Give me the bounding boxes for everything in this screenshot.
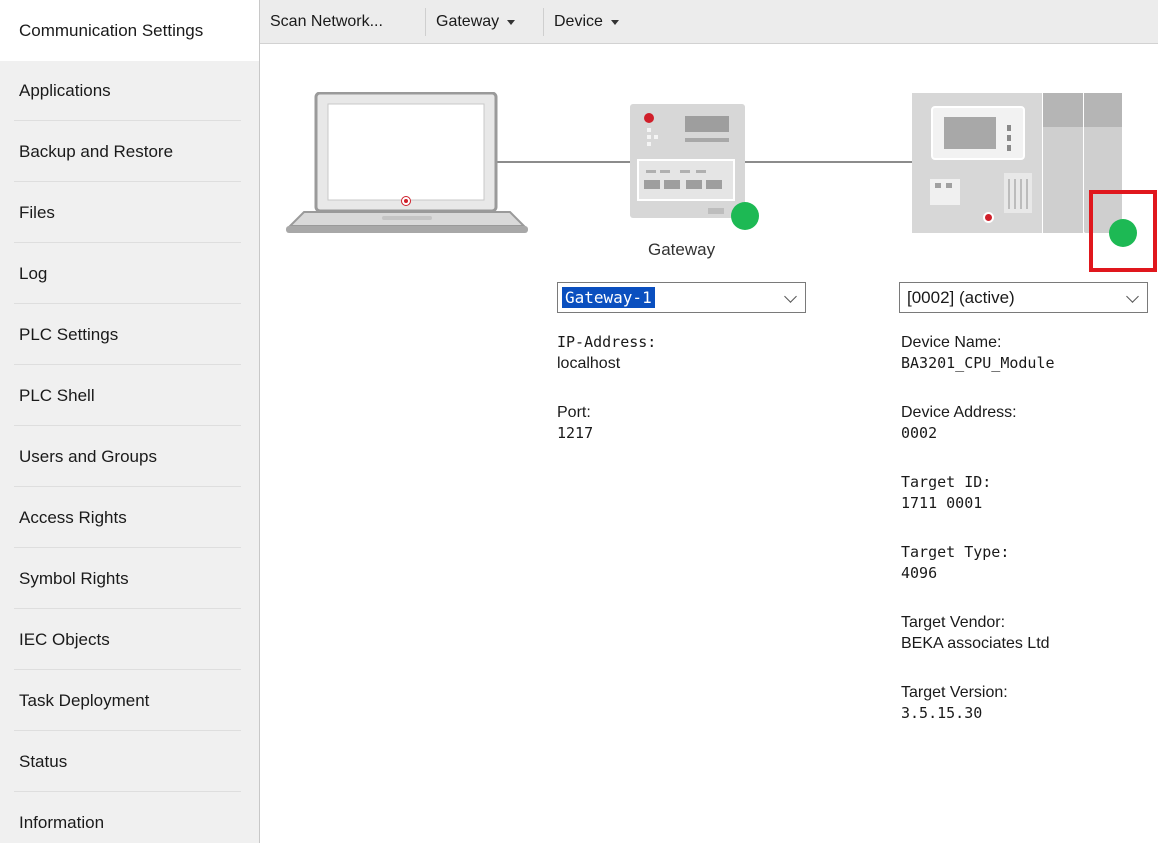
status-highlight-box xyxy=(1089,190,1157,272)
sidebar-item-backup-and-restore[interactable]: Backup and Restore xyxy=(0,121,259,182)
gateway-status-indicator-icon xyxy=(731,202,759,230)
sidebar-item-plc-settings[interactable]: PLC Settings xyxy=(0,304,259,365)
sidebar-item-label: Access Rights xyxy=(19,507,127,527)
sidebar-item-access-rights[interactable]: Access Rights xyxy=(0,487,259,548)
gateway-select-value: Gateway-1 xyxy=(562,287,655,308)
device-name-label: Device Name: xyxy=(901,334,1002,351)
port-value: 1217 xyxy=(557,424,594,442)
target-id-block: Target ID: 1711 0001 xyxy=(901,472,991,514)
sidebar-item-label: Backup and Restore xyxy=(19,141,174,161)
sidebar-item-users-and-groups[interactable]: Users and Groups xyxy=(0,426,259,487)
target-vendor-value: BEKA associates Ltd xyxy=(901,635,1050,652)
device-select-value: [0002] (active) xyxy=(907,288,1015,307)
target-vendor-label: Target Vendor: xyxy=(901,614,1006,631)
gateway-device-icon xyxy=(630,104,745,218)
sidebar-item-symbol-rights[interactable]: Symbol Rights xyxy=(0,548,259,609)
plc-power-led-icon xyxy=(983,212,994,223)
scan-network-label: Scan Network... xyxy=(270,13,383,30)
sidebar-item-files[interactable]: Files xyxy=(0,182,259,243)
gateway-diagram-label: Gateway xyxy=(648,240,716,259)
toolbar: Scan Network... Gateway Device xyxy=(260,0,1158,44)
scan-network-button[interactable]: Scan Network... xyxy=(260,0,425,44)
sidebar-item-label: PLC Settings xyxy=(19,324,119,344)
sidebar-item-information[interactable]: Information xyxy=(0,792,259,843)
sidebar-item-label: Applications xyxy=(19,80,111,100)
sidebar-item-label: Log xyxy=(19,263,48,283)
sidebar-item-task-deployment[interactable]: Task Deployment xyxy=(0,670,259,731)
sidebar-item-label: Communication Settings xyxy=(19,20,204,40)
sidebar-item-plc-shell[interactable]: PLC Shell xyxy=(0,365,259,426)
laptop-icon xyxy=(286,92,528,233)
device-name-block: Device Name: BA3201_CPU_Module xyxy=(901,332,1055,374)
device-address-block: Device Address: 0002 xyxy=(901,402,1017,444)
target-vendor-block: Target Vendor: BEKA associates Ltd xyxy=(901,612,1050,654)
port-label: Port: xyxy=(557,404,591,421)
sidebar-item-label: Symbol Rights xyxy=(19,568,129,588)
sidebar-item-label: Users and Groups xyxy=(19,446,157,466)
target-version-block: Target Version: 3.5.15.30 xyxy=(901,682,1008,724)
sidebar-item-iec-objects[interactable]: IEC Objects xyxy=(0,609,259,670)
caret-down-icon xyxy=(610,19,619,25)
gateway-ip-block: IP-Address: localhost xyxy=(557,332,656,374)
sidebar-item-applications[interactable]: Applications xyxy=(0,60,259,121)
gateway-port-block: Port: 1217 xyxy=(557,402,593,444)
sidebar-item-label: PLC Shell xyxy=(19,385,95,405)
chevron-down-icon xyxy=(1126,290,1139,303)
device-name-value: BA3201_CPU_Module xyxy=(901,354,1055,372)
sidebar: Communication Settings Applications Back… xyxy=(0,0,260,843)
device-address-label: Device Address: xyxy=(901,404,1017,421)
target-version-label: Target Version: xyxy=(901,684,1008,701)
sidebar-item-label: IEC Objects xyxy=(19,629,110,649)
chevron-down-icon xyxy=(784,290,797,303)
target-version-value: 3.5.15.30 xyxy=(901,704,983,722)
sidebar-item-label: Task Deployment xyxy=(19,690,150,710)
target-id-label: Target ID: xyxy=(901,473,992,491)
sidebar-item-label: Status xyxy=(19,751,68,771)
target-type-value: 4096 xyxy=(901,564,938,582)
sidebar-item-communication-settings[interactable]: Communication Settings xyxy=(0,0,259,61)
device-menu-button[interactable]: Device xyxy=(544,0,654,44)
ip-address-value: localhost xyxy=(557,355,621,372)
sidebar-item-label: Files xyxy=(19,202,55,222)
device-address-value: 0002 xyxy=(901,424,938,442)
power-led-icon xyxy=(402,197,410,205)
gateway-select[interactable]: Gateway-1 xyxy=(557,282,806,313)
ip-address-label: IP-Address: xyxy=(557,333,657,351)
sidebar-item-status[interactable]: Status xyxy=(0,731,259,792)
device-select[interactable]: [0002] (active) xyxy=(899,282,1148,313)
gateway-menu-button[interactable]: Gateway xyxy=(426,0,543,44)
connection-line xyxy=(744,161,912,163)
target-id-value: 1711 0001 xyxy=(901,494,983,512)
caret-down-icon xyxy=(507,19,516,25)
target-type-block: Target Type: 4096 xyxy=(901,542,1009,584)
sidebar-item-log[interactable]: Log xyxy=(0,243,259,304)
device-menu-label: Device xyxy=(554,13,603,30)
sidebar-item-label: Information xyxy=(19,812,105,832)
target-type-label: Target Type: xyxy=(901,543,1010,561)
gateway-menu-label: Gateway xyxy=(436,13,500,30)
